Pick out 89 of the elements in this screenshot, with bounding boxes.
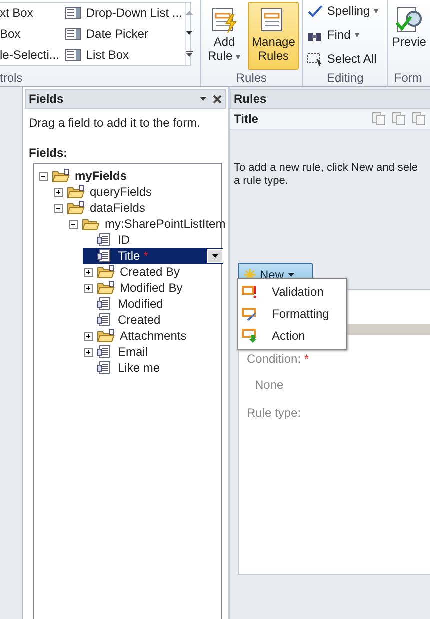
tree-item[interactable]: Email	[83, 344, 221, 360]
collapse-icon[interactable]	[68, 218, 79, 230]
ribbon-button[interactable]: Find ▾	[306, 26, 384, 43]
more-icon[interactable]	[186, 51, 194, 57]
control-item[interactable]: List Box	[65, 48, 182, 62]
list-icon	[65, 28, 82, 40]
menu-item[interactable]: Formatting	[238, 303, 346, 325]
folder-icon	[82, 217, 100, 231]
dropdown-button[interactable]	[207, 249, 223, 263]
action-icon	[242, 329, 258, 343]
field-icon	[97, 297, 113, 311]
scroll-down-icon[interactable]	[186, 31, 194, 35]
tree-item[interactable]: myFields	[38, 168, 221, 184]
control-item[interactable]: le-Selecti...	[0, 48, 60, 62]
expand-icon[interactable]	[83, 330, 94, 342]
tree-item[interactable]: Attachments	[83, 328, 221, 344]
expand-icon[interactable]	[83, 282, 94, 294]
field-label: Condition: *	[246, 351, 310, 368]
tree-label: queryFields	[89, 185, 154, 199]
tree-heading: Fields:	[28, 145, 69, 162]
tree-item[interactable]: Modified	[83, 296, 221, 312]
tree-label: Attachments	[119, 329, 188, 343]
control-item[interactable]: Date Picker	[65, 26, 182, 41]
tree-item[interactable]: Created	[83, 312, 221, 328]
ribbon-button[interactable]: Previe	[391, 2, 430, 70]
tree-item[interactable]: ID	[83, 232, 221, 248]
field-label: Rule type:	[246, 405, 302, 422]
field-icon	[97, 361, 113, 375]
collapse-icon[interactable]	[53, 202, 64, 214]
field-icon	[97, 313, 113, 327]
tree-item[interactable]: Created By	[83, 264, 221, 280]
sparkle-icon	[244, 269, 256, 281]
folder-icon	[97, 329, 115, 343]
field-icon	[97, 249, 113, 263]
group-label: trols	[0, 70, 24, 86]
control-item[interactable]: Drop-Down List ...	[65, 6, 182, 20]
tree-label: my:SharePointListItem	[104, 217, 227, 231]
pane-title: Fields	[29, 92, 64, 106]
folder-icon	[52, 169, 70, 183]
group-label: Form	[393, 70, 424, 86]
ribbon-button[interactable]: Spelling ▾	[306, 2, 384, 19]
field-icon	[97, 233, 113, 247]
ribbon-button[interactable]: Select All	[306, 51, 384, 68]
tree-label: Like me	[117, 361, 162, 375]
hint-text: Drag a field to add it to the form.	[28, 115, 202, 132]
field-value: None	[254, 377, 285, 394]
collapse-icon[interactable]	[38, 170, 49, 182]
hint-text: To add a new rule, click New and sele a rule type.	[233, 161, 420, 188]
validation-icon	[242, 285, 258, 299]
tree-label: Created By	[119, 265, 182, 279]
expand-icon[interactable]	[83, 346, 94, 358]
folder-icon	[97, 281, 115, 295]
tree-item[interactable]: Like me	[83, 360, 221, 376]
control-item[interactable]: xt Box	[0, 6, 60, 20]
group-label: Rules	[235, 70, 268, 86]
menu-item[interactable]: Action	[238, 325, 346, 347]
tree-label: Title *	[117, 249, 150, 263]
tree-label: myFields	[74, 169, 128, 183]
expand-icon[interactable]	[83, 266, 94, 278]
tree-item[interactable]: dataFields	[53, 200, 221, 216]
pane-title: Rules	[234, 92, 267, 106]
tree-item[interactable]: queryFields	[53, 184, 221, 200]
ribbon-button[interactable]: Add Rule ▾	[204, 2, 246, 70]
list-icon	[65, 48, 82, 61]
preview-icon	[394, 5, 424, 35]
pane-menu-icon[interactable]	[200, 97, 207, 101]
formatting-icon	[242, 307, 258, 321]
spelling-icon	[307, 4, 324, 18]
tree-item[interactable]: Title *	[83, 248, 223, 264]
tree-label: Created	[117, 313, 162, 327]
tree-label: ID	[117, 233, 131, 247]
list-icon	[65, 7, 82, 20]
select-all-icon	[307, 52, 324, 66]
folder-icon	[67, 185, 85, 199]
tree-label: Modified	[117, 297, 164, 311]
field-icon	[97, 345, 113, 359]
tree-label: dataFields	[89, 201, 146, 215]
control-name: Title	[234, 112, 258, 126]
tree-label: Email	[117, 345, 150, 359]
expand-icon[interactable]	[53, 186, 64, 198]
tree-label: Modified By	[119, 281, 184, 295]
group-label: Editing	[326, 70, 365, 86]
close-icon[interactable]	[213, 94, 222, 104]
folder-icon	[67, 201, 85, 215]
caret-icon	[212, 254, 218, 258]
control-item[interactable]: Box	[0, 26, 60, 41]
ribbon-button[interactable]: Manage Rules	[248, 2, 300, 70]
folder-icon	[97, 265, 115, 279]
tree-item[interactable]: Modified By	[83, 280, 221, 296]
